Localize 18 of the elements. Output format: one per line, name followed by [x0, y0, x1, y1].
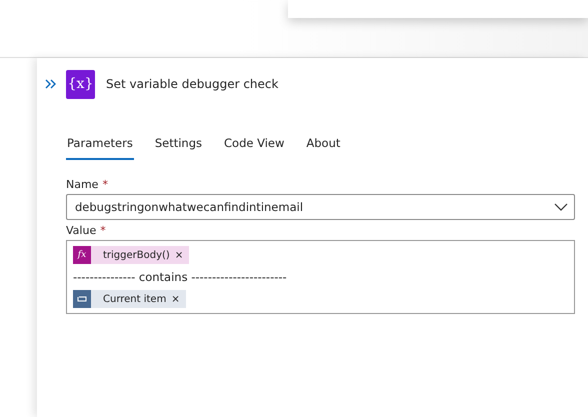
name-dropdown[interactable]: debugstringonwhatwecanfindintinemail: [66, 194, 575, 220]
field-label: Name: [66, 178, 98, 191]
tab[interactable]: Settings: [154, 132, 203, 160]
token-chip[interactable]: Current item ×: [73, 290, 186, 308]
tab[interactable]: Parameters: [66, 132, 134, 160]
chevron-down-icon[interactable]: [554, 203, 568, 211]
expression-text: --------------- contains -----------------------: [73, 270, 287, 284]
loop-icon: [77, 295, 87, 303]
field-label: Value: [66, 224, 96, 237]
required-mark: *: [102, 178, 108, 191]
value-field[interactable]: fx triggerBody() × --------------- contains ----------------------- Current item ×: [66, 240, 575, 314]
required-mark: *: [100, 224, 106, 237]
tab[interactable]: About: [305, 132, 342, 160]
variable-icon: {x}: [66, 70, 95, 98]
tab[interactable]: Code View: [223, 132, 286, 160]
double-chevron-icon[interactable]: [45, 79, 57, 89]
token-chip[interactable]: fx triggerBody() ×: [73, 246, 190, 264]
action-title: Set variable debugger check: [106, 77, 278, 91]
